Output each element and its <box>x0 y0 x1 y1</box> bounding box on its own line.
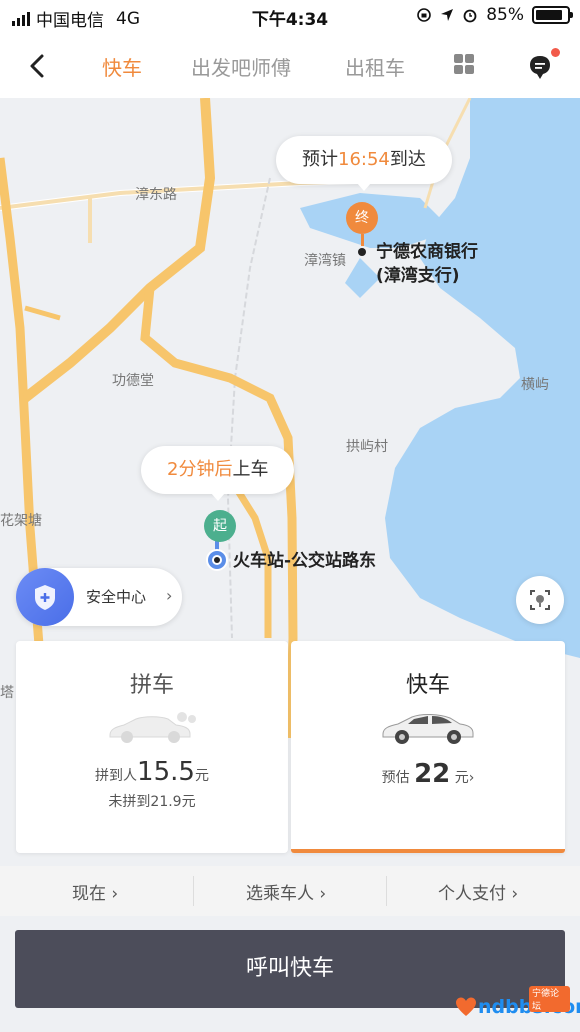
safety-center-button[interactable]: 安全中心 › <box>16 568 182 626</box>
map-label-huajiatang: 花架塘 <box>0 513 42 529</box>
map-label-gongyu: 拱屿村 <box>346 439 388 455</box>
orientation-lock-icon <box>417 8 432 22</box>
watermark-badge: 宁德论坛 <box>529 986 570 1012</box>
express-estimate-price: 预估 22 元› <box>381 759 475 789</box>
origin-name: 火车站-公交站路东 <box>233 551 377 571</box>
map-label-ta: 塔 <box>0 685 14 701</box>
site-watermark: ndbbs.com 宁德论坛 <box>455 986 580 1026</box>
selected-indicator <box>291 849 565 853</box>
apps-grid-icon[interactable] <box>454 54 474 74</box>
map-label-town: 漳湾镇 <box>304 253 346 269</box>
map-label-gongde: 功德堂 <box>112 373 154 389</box>
battery-percent: 85% <box>486 5 524 25</box>
express-title: 快车 <box>405 673 450 698</box>
destination-dot <box>358 248 366 256</box>
alarm-icon <box>463 9 477 23</box>
options-row: 现在 › 选乘车人 › 个人支付 › <box>0 866 580 916</box>
nav-bar: 快车 出发吧师傅 出租车 <box>0 34 580 98</box>
locate-me-button[interactable] <box>516 576 564 624</box>
chevron-right-icon: › <box>468 770 475 786</box>
chevron-right-icon: › <box>319 884 327 904</box>
express-card[interactable]: 快车 预估 22 元› <box>291 641 565 853</box>
map-label-hengyu: 横屿 <box>521 377 549 393</box>
divider <box>386 876 387 906</box>
locate-icon <box>530 590 550 610</box>
battery-icon <box>532 6 573 24</box>
tab-chufaba-driver[interactable]: 出发吧师傅 <box>191 52 291 81</box>
express-car-icon <box>382 714 474 744</box>
heart-logo-icon <box>456 997 476 1016</box>
shield-icon <box>16 568 74 626</box>
origin-location-dot-icon <box>206 549 228 571</box>
carpool-card[interactable]: 拼车 拼到人15.5元 未拼到21.9元 <box>16 641 288 853</box>
carpool-car-icon <box>109 712 196 743</box>
pickup-bubble: 2分钟后上车 <box>141 446 295 501</box>
destination-pin-stem <box>361 234 364 246</box>
location-arrow-icon <box>441 9 454 21</box>
chevron-right-icon: › <box>166 586 173 605</box>
origin-pin: 起 <box>204 510 236 542</box>
map-label-road: 漳东路 <box>135 187 177 203</box>
chevron-right-icon: › <box>511 884 519 904</box>
time-option[interactable]: 现在 › <box>72 879 118 904</box>
notification-dot <box>551 48 560 57</box>
carpool-matched-price: 拼到人15.5元 <box>95 757 209 787</box>
carpool-unmatched-price: 未拼到21.9元 <box>108 794 196 810</box>
status-bar: 中国电信 4G 下午4:34 85% <box>0 0 580 34</box>
eta-bubble: 预计16:54到达 <box>276 136 452 191</box>
tab-express[interactable]: 快车 <box>102 52 142 81</box>
message-icon[interactable] <box>528 54 552 80</box>
tab-taxi[interactable]: 出租车 <box>345 52 405 81</box>
carpool-title: 拼车 <box>129 673 174 698</box>
destination-name: 宁德农商银行 (漳湾支行) <box>376 242 478 286</box>
destination-pin: 终 <box>346 202 378 234</box>
divider <box>193 876 194 906</box>
safety-center-label: 安全中心 <box>86 588 147 606</box>
back-arrow-icon[interactable] <box>22 50 54 82</box>
payment-option[interactable]: 个人支付 › <box>438 879 518 904</box>
chevron-right-icon: › <box>111 884 119 904</box>
rider-option[interactable]: 选乘车人 › <box>246 879 326 904</box>
